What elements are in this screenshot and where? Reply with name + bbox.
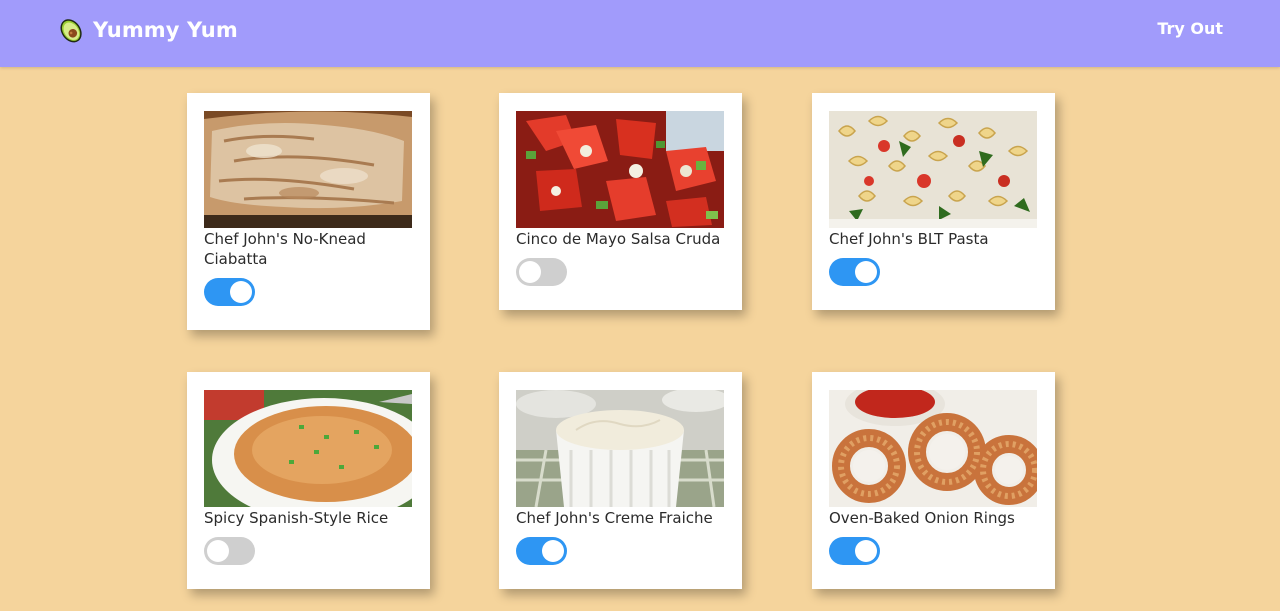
- recipe-title: Chef John's Creme Fraiche: [516, 509, 713, 527]
- toggle-knob: [519, 261, 541, 283]
- ciabatta-bread-photo: [204, 111, 412, 228]
- recipe-title: Cinco de Mayo Salsa Cruda: [516, 230, 721, 248]
- recipe-toggle[interactable]: [829, 258, 880, 286]
- recipe-toggle[interactable]: [204, 537, 255, 565]
- toggle-knob: [855, 261, 877, 283]
- recipe-title: Chef John's BLT Pasta: [829, 230, 989, 248]
- toggle-knob: [542, 540, 564, 562]
- onion-rings-photo: [829, 390, 1037, 507]
- brand-link[interactable]: Yummy Yum: [56, 14, 238, 46]
- recipe-title: Spicy Spanish-Style Rice: [204, 509, 389, 527]
- recipe-title: Oven-Baked Onion Rings: [829, 509, 1015, 527]
- avocado-icon: [60, 19, 82, 43]
- salsa-cruda-photo: [516, 111, 724, 228]
- toggle-knob: [230, 281, 252, 303]
- recipe-toggle[interactable]: [829, 537, 880, 565]
- recipe-toggle[interactable]: [516, 258, 567, 286]
- blt-pasta-photo: [829, 111, 1037, 228]
- spanish-rice-photo: [204, 390, 412, 507]
- navbar: Yummy Yum Try Out: [0, 0, 1280, 67]
- recipe-card: Chef John's Creme Fraiche: [499, 372, 742, 589]
- try-out-link[interactable]: Try Out: [1157, 19, 1223, 38]
- recipe-card: Oven-Baked Onion Rings: [812, 372, 1055, 589]
- recipe-card: Chef John's No-Knead Ciabatta: [187, 93, 430, 330]
- recipe-toggle[interactable]: [204, 278, 255, 306]
- toggle-knob: [207, 540, 229, 562]
- app-title: Yummy Yum: [93, 18, 238, 42]
- recipe-title: Chef John's No-Knead Ciabatta: [204, 230, 366, 268]
- creme-fraiche-photo: [516, 390, 724, 507]
- recipe-card: Cinco de Mayo Salsa Cruda: [499, 93, 742, 310]
- recipe-card: Chef John's BLT Pasta: [812, 93, 1055, 310]
- recipe-card: Spicy Spanish-Style Rice: [187, 372, 430, 589]
- recipe-toggle[interactable]: [516, 537, 567, 565]
- toggle-knob: [855, 540, 877, 562]
